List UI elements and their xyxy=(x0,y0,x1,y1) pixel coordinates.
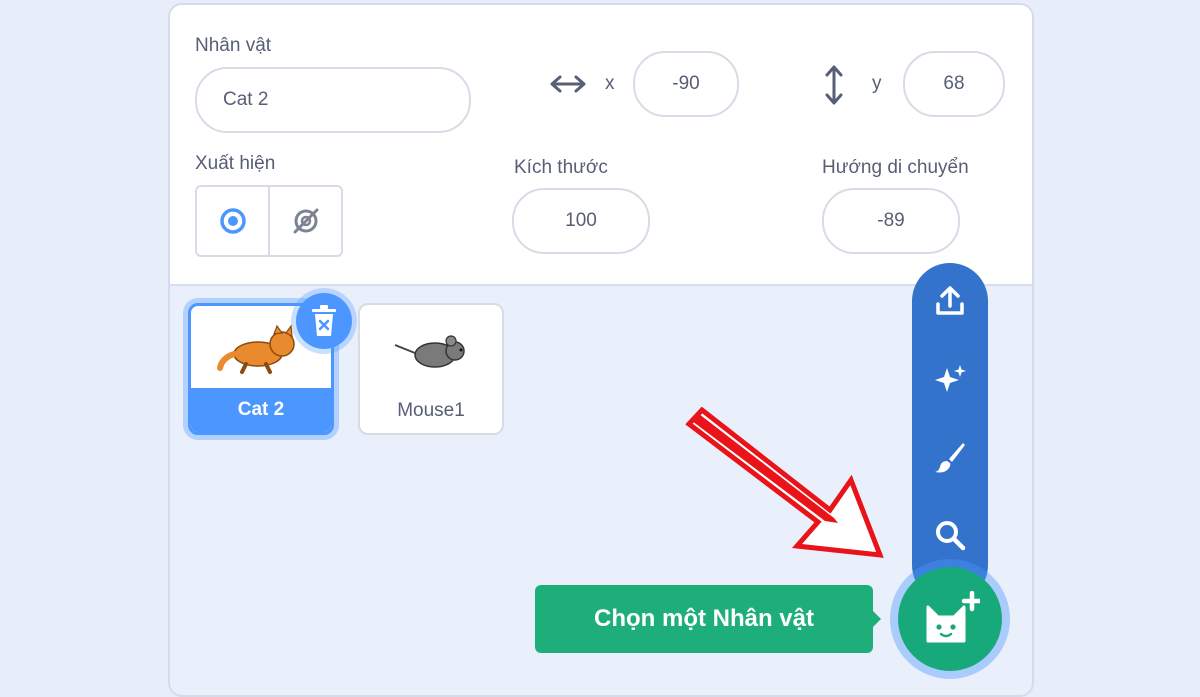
sprite-selector-menu xyxy=(912,263,988,603)
delete-sprite-button[interactable] xyxy=(296,293,352,349)
sprite-name-label: Nhân vật xyxy=(195,35,272,56)
show-button[interactable] xyxy=(197,187,268,255)
search-icon xyxy=(936,521,966,551)
y-arrows-icon xyxy=(823,65,845,110)
show-label: Xuất hiện xyxy=(195,153,276,174)
sprite-name-cat-2: Cat 2 xyxy=(191,388,331,432)
eye-icon xyxy=(219,208,246,234)
paint-brush-icon xyxy=(935,443,965,473)
y-label: y xyxy=(872,73,882,94)
surprise-sprite-button[interactable] xyxy=(928,357,972,401)
sprite-info-panel: Nhân vật Cat 2 x -90 y 68 Xuất hiện Kích… xyxy=(170,5,1032,286)
choose-sprite-search-button[interactable] xyxy=(928,513,972,557)
size-label: Kích thước xyxy=(514,157,608,178)
upload-icon xyxy=(936,286,964,315)
x-label: x xyxy=(605,73,615,94)
mouse-thumbnail xyxy=(360,331,502,391)
size-input[interactable]: 100 xyxy=(512,188,650,254)
visibility-toggle xyxy=(195,185,343,257)
y-input[interactable]: 68 xyxy=(903,51,1005,117)
trash-icon xyxy=(312,305,336,336)
tooltip-pointer xyxy=(873,611,881,627)
x-arrows-icon xyxy=(550,73,586,100)
sprite-name-input[interactable]: Cat 2 xyxy=(195,67,471,133)
upload-sprite-button[interactable] xyxy=(928,279,972,323)
choose-sprite-button[interactable] xyxy=(898,567,1002,671)
sprite-name-mouse1: Mouse1 xyxy=(397,400,465,421)
x-input[interactable]: -90 xyxy=(633,51,739,117)
eye-hidden-icon xyxy=(293,208,318,234)
direction-input[interactable]: -89 xyxy=(822,188,960,254)
cat-plus-icon xyxy=(926,591,980,643)
choose-sprite-tooltip: Chọn một Nhân vật xyxy=(535,585,873,653)
sprite-pane: Nhân vật Cat 2 x -90 y 68 Xuất hiện Kích… xyxy=(168,3,1034,697)
hide-button[interactable] xyxy=(268,187,341,255)
surprise-icon xyxy=(935,365,966,392)
sprite-tile-mouse1[interactable]: Mouse1 xyxy=(358,303,504,435)
direction-label: Hướng di chuyển xyxy=(822,157,969,178)
paint-sprite-button[interactable] xyxy=(928,435,972,479)
